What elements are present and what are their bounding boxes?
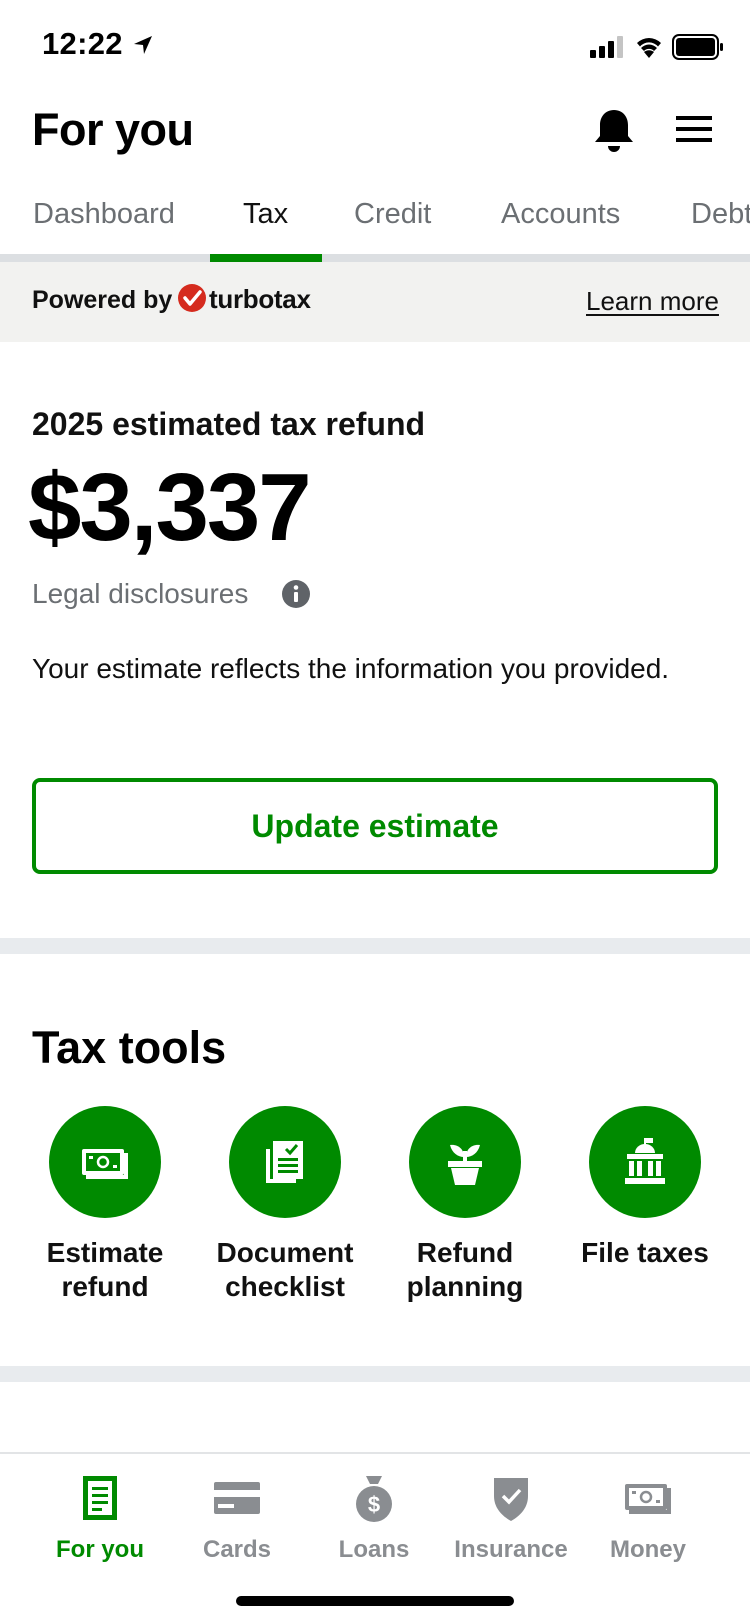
- home-indicator: [236, 1596, 514, 1606]
- tool-label-line: planning: [406, 1271, 524, 1302]
- tool-label-line: Refund: [416, 1237, 514, 1268]
- menu-icon[interactable]: [676, 114, 712, 144]
- tool-label-line: refund: [61, 1271, 149, 1302]
- page-title: For you: [32, 104, 194, 155]
- section-divider: [0, 1366, 750, 1382]
- nav-label: Insurance: [454, 1536, 568, 1563]
- shield-check-icon: [494, 1478, 528, 1521]
- tax-tools-title: Tax tools: [32, 1022, 227, 1073]
- cash-icon: [82, 1149, 128, 1179]
- nav-label: Loans: [338, 1536, 410, 1563]
- tab-accounts[interactable]: Accounts: [501, 198, 620, 231]
- powered-by-label: Powered by: [32, 286, 173, 314]
- nav-money[interactable]: Money: [580, 1474, 716, 1564]
- cellular-signal-icon: [590, 36, 623, 58]
- refund-amount: $3,337: [28, 454, 312, 561]
- credit-card-icon: [214, 1482, 260, 1514]
- tool-label: File taxes: [565, 1236, 725, 1270]
- turbotax-logo-text: turbotax: [209, 284, 311, 314]
- tool-label-line: Estimate: [46, 1237, 164, 1268]
- svg-text:$: $: [368, 1492, 380, 1517]
- tab-credit[interactable]: Credit: [354, 198, 431, 231]
- powered-by-banner: Powered by turbotax Learn more: [0, 262, 750, 342]
- info-icon[interactable]: [281, 579, 311, 609]
- nav-label: Cards: [202, 1536, 272, 1563]
- tool-label-line: checklist: [225, 1271, 345, 1302]
- learn-more-link[interactable]: Learn more: [586, 286, 719, 317]
- location-arrow-icon: [134, 36, 152, 54]
- status-time: 12:22: [42, 26, 123, 61]
- tool-label: Estimate refund: [25, 1236, 185, 1304]
- nav-label: For you: [56, 1536, 144, 1563]
- tool-estimate-refund[interactable]: Estimate refund: [25, 1106, 185, 1304]
- document-icon: [83, 1476, 117, 1520]
- tool-file-taxes[interactable]: File taxes: [565, 1106, 725, 1270]
- wifi-icon: [637, 38, 661, 58]
- tool-icon-circle: [589, 1106, 701, 1218]
- tool-icon-circle: [49, 1106, 161, 1218]
- refund-label: 2025 estimated tax refund: [32, 406, 426, 442]
- tool-label-line: File taxes: [581, 1237, 709, 1268]
- estimate-description: Your estimate reflects the information y…: [32, 653, 670, 684]
- tool-label: Document checklist: [205, 1236, 365, 1304]
- bell-icon[interactable]: [592, 108, 636, 154]
- tool-refund-planning[interactable]: Refund planning: [385, 1106, 545, 1304]
- nav-label: Money: [609, 1536, 686, 1563]
- tab-tax[interactable]: Tax: [243, 198, 288, 231]
- nav-insurance[interactable]: Insurance: [443, 1474, 579, 1564]
- tool-icon-circle: [409, 1106, 521, 1218]
- nav-loans[interactable]: $ Loans: [306, 1474, 442, 1564]
- tool-label-line: Document: [216, 1237, 354, 1268]
- government-building-icon: [625, 1138, 665, 1184]
- tab-bar: Dashboard Tax Credit Accounts Debt: [0, 186, 750, 262]
- section-divider: [0, 938, 750, 954]
- nav-cards[interactable]: Cards: [169, 1474, 305, 1564]
- plant-icon: [448, 1144, 482, 1185]
- battery-icon: [672, 34, 723, 60]
- status-bar: 12:22: [0, 0, 750, 92]
- checklist-icon: [266, 1141, 303, 1183]
- tool-label: Refund planning: [385, 1236, 545, 1304]
- tab-debt[interactable]: Debt: [691, 198, 750, 231]
- active-tab-indicator: [210, 254, 322, 262]
- nav-for-you[interactable]: For you: [32, 1474, 168, 1564]
- update-estimate-button[interactable]: Update estimate: [32, 778, 718, 874]
- tool-icon-circle: [229, 1106, 341, 1218]
- tool-document-checklist[interactable]: Document checklist: [205, 1106, 365, 1304]
- legal-disclosures[interactable]: Legal disclosures: [32, 578, 248, 610]
- cash-icon: [625, 1484, 671, 1514]
- money-bag-icon: $: [356, 1476, 392, 1522]
- turbotax-check-icon: [178, 284, 206, 312]
- tab-dashboard[interactable]: Dashboard: [33, 198, 175, 231]
